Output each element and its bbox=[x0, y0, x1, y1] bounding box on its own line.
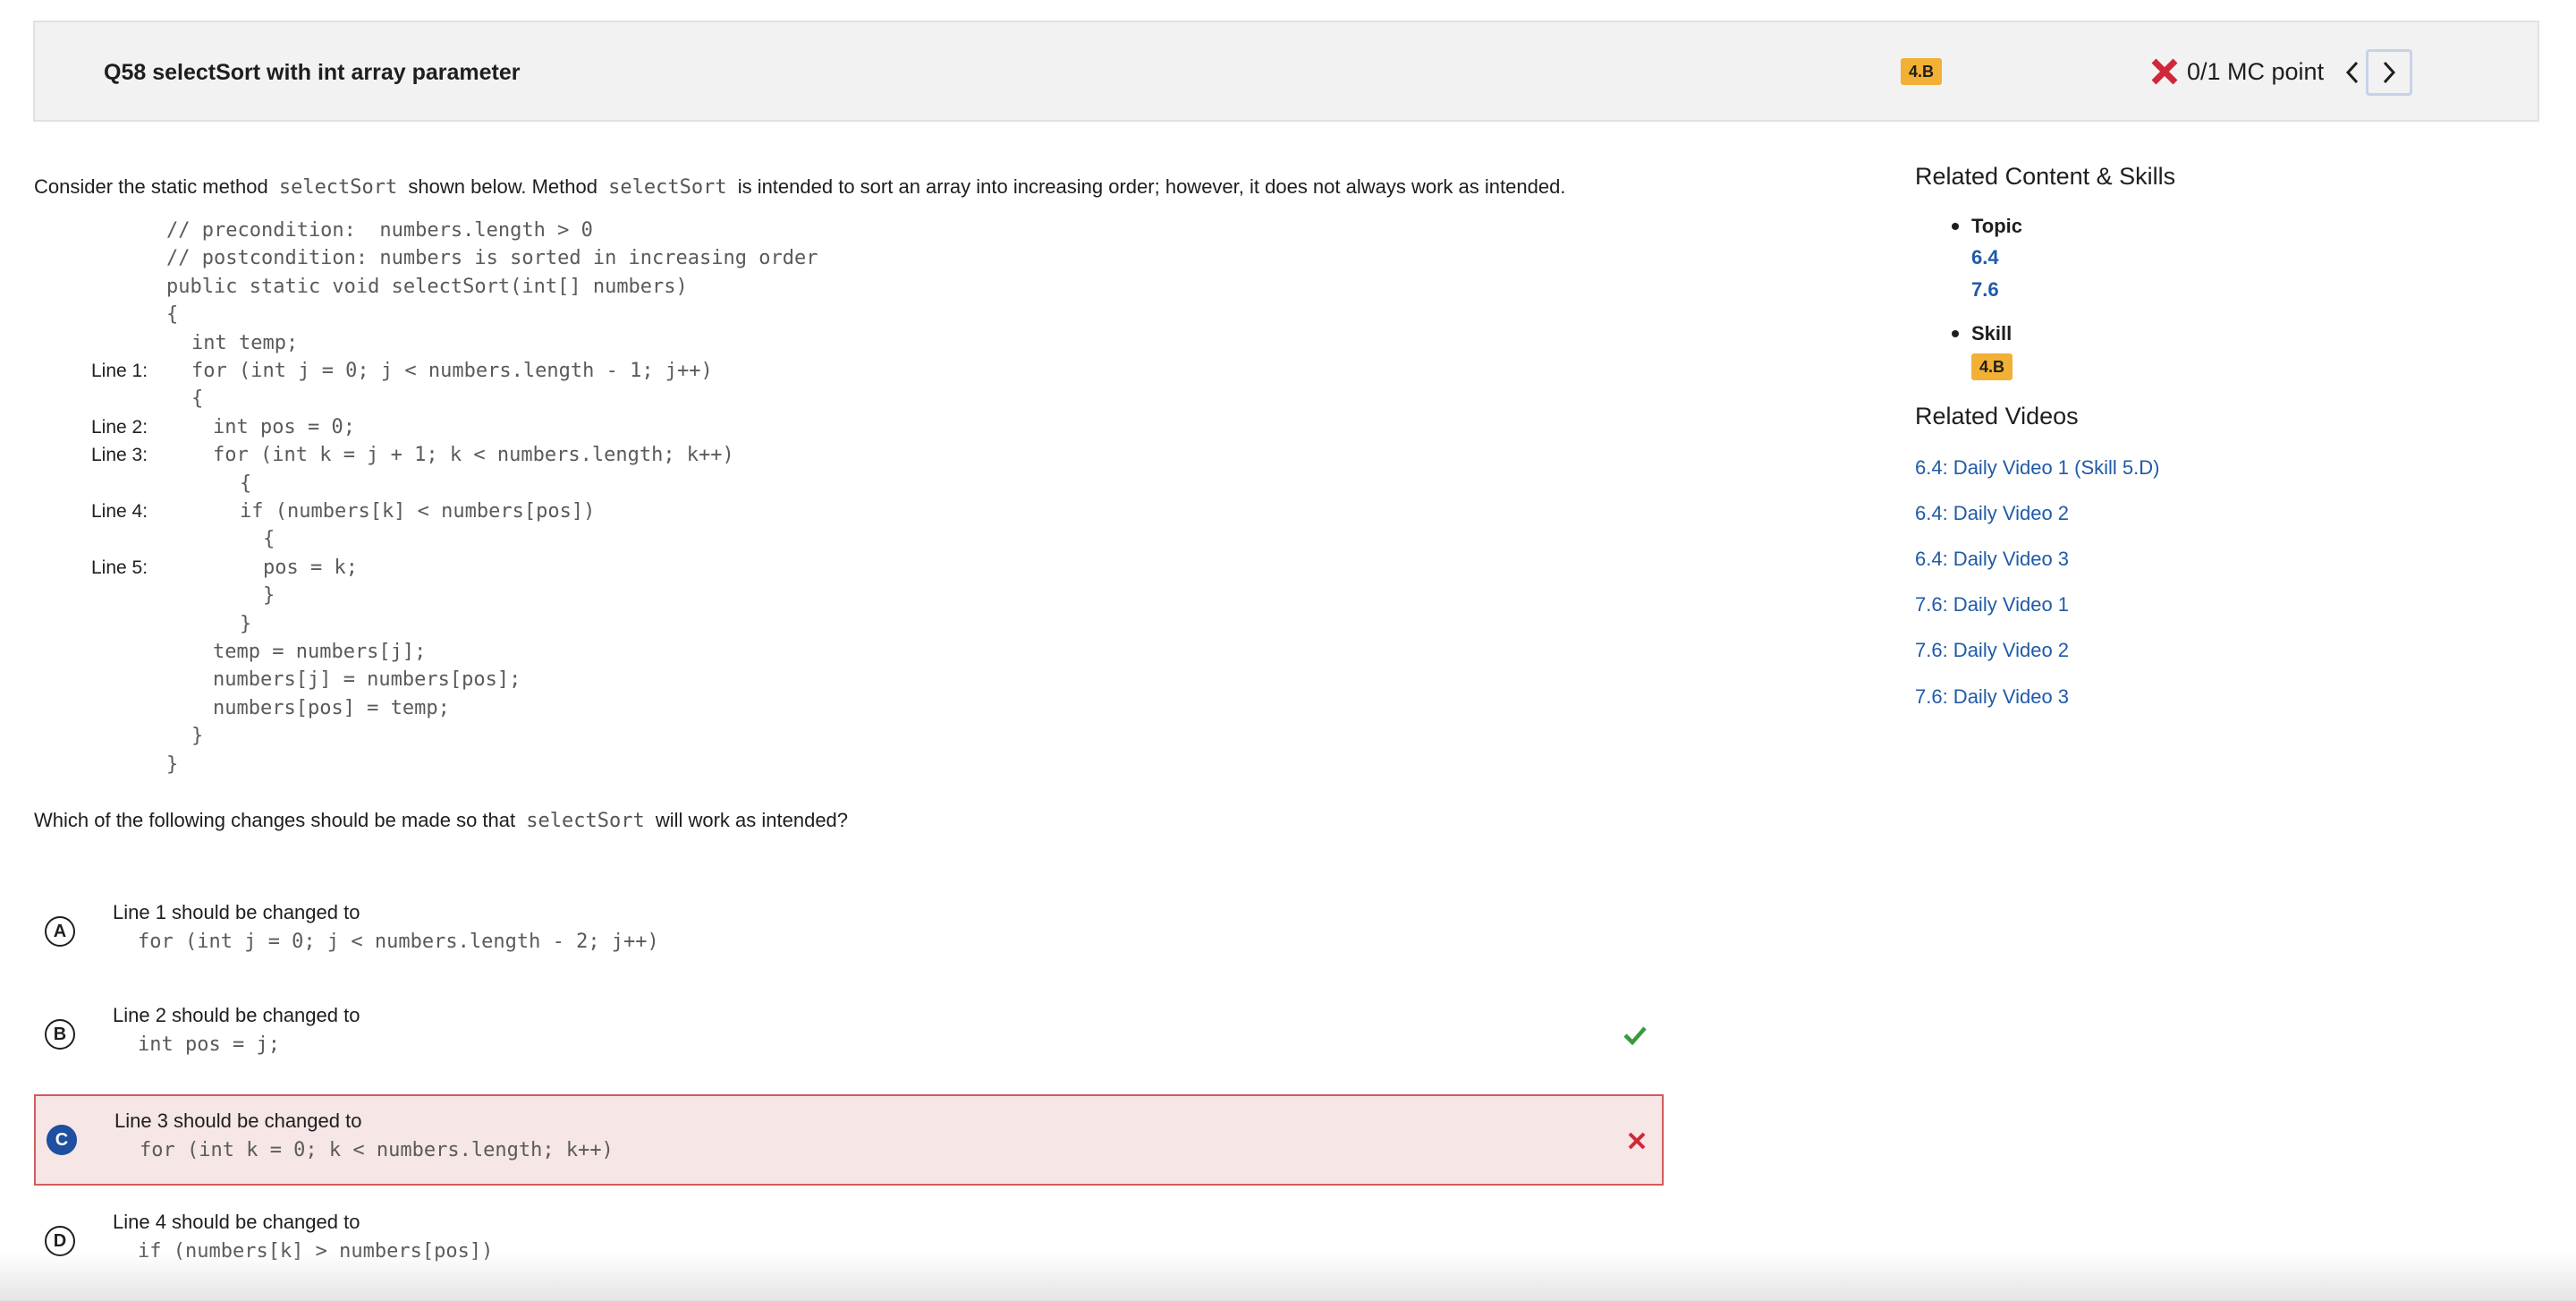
code-line: numbers[j] = numbers[pos]; bbox=[213, 668, 521, 691]
code-line: if (numbers[k] < numbers[pos]) bbox=[240, 500, 596, 523]
topic-link-7-6[interactable]: 7.6 bbox=[1971, 278, 1999, 302]
video-link[interactable]: 6.4: Daily Video 3 bbox=[1915, 548, 2069, 571]
stem-text-1: Consider the static method bbox=[34, 175, 268, 198]
video-link[interactable]: 7.6: Daily Video 1 bbox=[1915, 593, 2069, 616]
code-line: for (int k = j + 1; k < numbers.length; … bbox=[213, 444, 734, 466]
option-letter: A bbox=[45, 916, 75, 947]
prompt-text-2: will work as intended? bbox=[655, 809, 849, 831]
question-title: Q58 selectSort with int array parameter bbox=[104, 60, 521, 85]
code-line: } bbox=[191, 725, 204, 747]
code-line: // postcondition: numbers is sorted in i… bbox=[166, 247, 818, 269]
incorrect-x-icon bbox=[2151, 58, 2178, 85]
topic-label: Topic bbox=[1951, 215, 2023, 237]
chevron-left-icon bbox=[2345, 61, 2359, 84]
code-line: public static void selectSort(int[] numb… bbox=[166, 276, 688, 298]
stem-text-3: is intended to sort an array into increa… bbox=[737, 175, 1566, 198]
code-line: { bbox=[263, 528, 275, 550]
code-line: int pos = 0; bbox=[213, 416, 355, 438]
incorrect-x-icon bbox=[1628, 1132, 1646, 1150]
option-letter: C bbox=[47, 1125, 77, 1155]
code-line: for (int j = 0; j < numbers.length - 1; … bbox=[191, 360, 713, 382]
stem-text-2: shown below. Method bbox=[408, 175, 597, 198]
bottom-scroll-shadow bbox=[0, 1253, 2576, 1301]
code-line-label: Line 2: bbox=[91, 417, 148, 438]
answer-option-a[interactable]: A Line 1 should be changed to for (int j… bbox=[34, 888, 1664, 979]
code-line: { bbox=[240, 472, 252, 495]
code-line: } bbox=[166, 753, 179, 776]
previous-question-button[interactable] bbox=[2335, 53, 2369, 92]
code-line: // precondition: numbers.length > 0 bbox=[166, 219, 593, 242]
code-line: int temp; bbox=[191, 332, 299, 354]
code-line: } bbox=[240, 613, 252, 635]
option-letter: D bbox=[45, 1226, 75, 1256]
question-prompt: Which of the following changes should be… bbox=[34, 807, 848, 835]
option-code: int pos = j; bbox=[138, 1033, 280, 1056]
topic-link-6-4[interactable]: 6.4 bbox=[1971, 246, 1999, 269]
prompt-text-1: Which of the following changes should be… bbox=[34, 809, 516, 831]
skill-badge-sidebar: 4.B bbox=[1971, 353, 2013, 380]
code-line-label: Line 1: bbox=[91, 361, 148, 381]
code-line-label: Line 4: bbox=[91, 501, 148, 522]
option-code: for (int j = 0; j < numbers.length - 2; … bbox=[138, 931, 659, 953]
stem-code-1: selectSort bbox=[278, 176, 398, 199]
question-stem: Consider the static method selectSort sh… bbox=[34, 174, 1565, 201]
code-line: pos = k; bbox=[263, 557, 358, 579]
code-line: { bbox=[166, 303, 179, 326]
video-link[interactable]: 6.4: Daily Video 2 bbox=[1915, 502, 2069, 525]
code-line: temp = numbers[j]; bbox=[213, 641, 427, 663]
prompt-code: selectSort bbox=[526, 810, 645, 832]
code-line-label: Line 3: bbox=[91, 445, 148, 465]
video-link[interactable]: 7.6: Daily Video 2 bbox=[1915, 639, 2069, 662]
code-line: } bbox=[263, 584, 275, 607]
skill-label: Skill bbox=[1951, 322, 2012, 344]
correct-check-icon bbox=[1623, 1026, 1647, 1046]
option-letter: B bbox=[45, 1019, 75, 1050]
skill-badge: 4.B bbox=[1901, 58, 1943, 85]
option-text: Line 4 should be changed to bbox=[113, 1211, 360, 1233]
score-display: 0/1 MC point bbox=[2149, 56, 2324, 87]
option-code: for (int k = 0; k < numbers.length; k++) bbox=[140, 1139, 614, 1161]
related-videos-heading: Related Videos bbox=[1915, 403, 2079, 429]
answer-option-c[interactable]: C Line 3 should be changed to for (int k… bbox=[34, 1094, 1664, 1186]
chevron-right-icon bbox=[2383, 61, 2396, 84]
option-text: Line 1 should be changed to bbox=[113, 901, 360, 923]
next-question-button[interactable] bbox=[2366, 49, 2412, 96]
code-line-label: Line 5: bbox=[91, 557, 148, 578]
code-line: numbers[pos] = temp; bbox=[213, 697, 450, 719]
stem-code-2: selectSort bbox=[608, 176, 727, 199]
score-text: 0/1 MC point bbox=[2187, 57, 2325, 85]
video-link[interactable]: 7.6: Daily Video 3 bbox=[1915, 685, 2069, 709]
option-text: Line 2 should be changed to bbox=[113, 1004, 360, 1026]
video-link[interactable]: 6.4: Daily Video 1 (Skill 5.D) bbox=[1915, 456, 2160, 480]
question-header: Q58 selectSort with int array parameter … bbox=[33, 21, 2539, 122]
option-text: Line 3 should be changed to bbox=[114, 1110, 362, 1132]
answer-option-b[interactable]: B Line 2 should be changed to int pos = … bbox=[34, 991, 1664, 1082]
code-line: { bbox=[191, 387, 204, 410]
related-content-heading: Related Content & Skills bbox=[1915, 163, 2176, 190]
